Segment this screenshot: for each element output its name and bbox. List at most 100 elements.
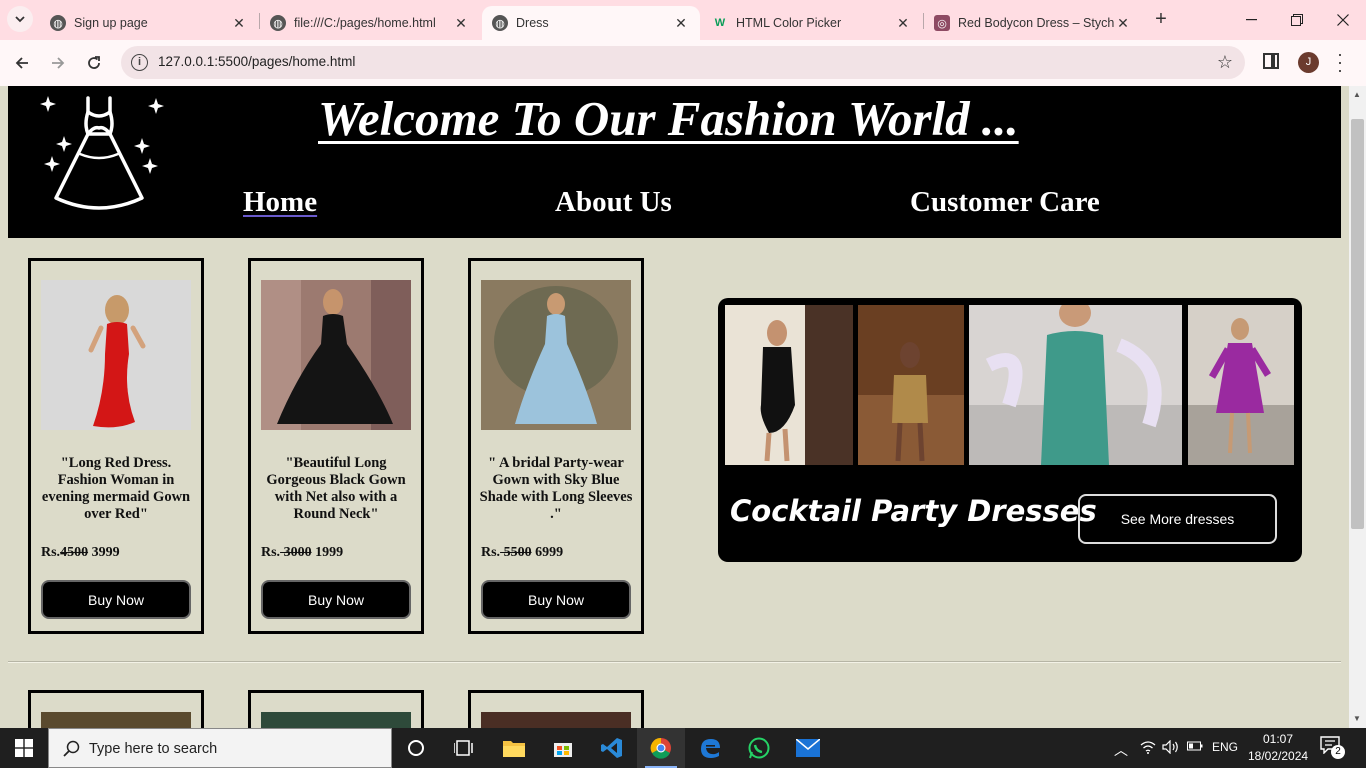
scrollbar-thumb[interactable] — [1351, 119, 1364, 529]
taskbar-search-box[interactable]: Type here to search — [48, 728, 392, 768]
search-placeholder: Type here to search — [89, 741, 218, 757]
reload-button[interactable] — [82, 51, 106, 75]
store-icon: ◎ — [934, 15, 950, 31]
file-explorer-button[interactable] — [490, 728, 538, 768]
task-view-button[interactable] — [440, 728, 488, 768]
product-image — [481, 712, 631, 728]
nav-customer-care-link[interactable]: Customer Care — [910, 186, 1100, 219]
tab-dress[interactable]: ◍ Dress ✕ — [482, 6, 700, 40]
address-bar[interactable]: i 127.0.0.1:5500/pages/home.html ☆ — [121, 46, 1245, 79]
tab-title: Red Bodycon Dress – Styche — [958, 16, 1114, 30]
vscode-button[interactable] — [588, 728, 636, 768]
minimize-button[interactable] — [1228, 0, 1274, 40]
close-icon[interactable]: ✕ — [894, 15, 912, 32]
profile-avatar[interactable]: J — [1298, 52, 1319, 73]
cocktail-promo-banner: Cocktail Party Dresses See More dresses — [718, 298, 1302, 562]
tab-file-home[interactable]: ◍ file:///C:/pages/home.html ✕ — [260, 6, 480, 40]
w3schools-icon: W — [714, 17, 726, 29]
start-button[interactable] — [0, 728, 48, 768]
buy-now-button[interactable]: Buy Now — [41, 580, 191, 619]
old-price: 5500 — [500, 545, 532, 560]
tab-sign-up[interactable]: ◍ Sign up page ✕ — [40, 6, 258, 40]
notification-center-button[interactable]: 2 — [1320, 736, 1348, 760]
promo-title: Cocktail Party Dresses — [730, 494, 1097, 528]
restore-button[interactable] — [1274, 0, 1320, 40]
volume-icon[interactable] — [1162, 739, 1180, 757]
product-description: " A bridal Party-wear Gown with Sky Blue… — [479, 455, 633, 522]
edge-button[interactable] — [686, 728, 734, 768]
product-price: Rs. 5500 6999 — [481, 545, 563, 561]
nav-home-link[interactable]: Home — [243, 186, 317, 219]
page-viewport: Welcome To Our Fashion World ... Home Ab… — [0, 86, 1349, 728]
bookmark-star-icon[interactable]: ☆ — [1217, 52, 1233, 73]
search-icon — [63, 740, 80, 757]
wifi-icon[interactable] — [1140, 740, 1156, 757]
tab-red-bodycon[interactable]: ◎ Red Bodycon Dress – Styche ✕ — [924, 6, 1142, 40]
site-header: Welcome To Our Fashion World ... Home Ab… — [8, 86, 1341, 238]
page-scrollbar[interactable]: ▲ ▼ — [1349, 86, 1366, 728]
scroll-down-icon[interactable]: ▼ — [1353, 714, 1361, 723]
close-icon[interactable]: ✕ — [452, 15, 470, 32]
tab-html-color-picker[interactable]: W HTML Color Picker ✕ — [702, 6, 922, 40]
cortana-button[interactable] — [392, 728, 440, 768]
task-view-icon — [454, 740, 473, 756]
new-price: 3999 — [91, 545, 120, 560]
battery-icon[interactable] — [1187, 740, 1203, 754]
promo-photo — [725, 305, 853, 465]
folder-icon — [503, 741, 525, 757]
clock-date: 18/02/2024 — [1248, 749, 1309, 763]
arrow-left-icon — [15, 57, 28, 69]
product-card — [248, 690, 424, 728]
microsoft-store-button[interactable] — [539, 728, 587, 768]
globe-icon: ◍ — [50, 15, 66, 31]
price-currency: Rs. — [41, 545, 61, 560]
restore-icon — [1291, 14, 1303, 26]
promo-photo — [1188, 305, 1294, 465]
product-description: "Beautiful Long Gorgeous Black Gown with… — [266, 455, 406, 522]
close-window-button[interactable] — [1320, 0, 1366, 40]
nav-about-us-link[interactable]: About Us — [555, 186, 672, 219]
scroll-up-icon[interactable]: ▲ — [1353, 90, 1361, 99]
promo-photo — [858, 305, 964, 465]
product-image — [41, 712, 191, 728]
browser-toolbar: i 127.0.0.1:5500/pages/home.html ☆ J · · · — [0, 40, 1366, 86]
product-description: "Long Red Dress. Fashion Woman in evenin… — [41, 455, 191, 522]
more-menu-icon[interactable]: · · · — [1334, 45, 1346, 79]
product-card — [468, 690, 644, 728]
buy-now-button[interactable]: Buy Now — [481, 580, 631, 619]
see-more-dresses-button[interactable]: See More dresses — [1078, 494, 1277, 544]
cortana-circle-icon — [408, 740, 424, 756]
chevron-down-icon — [15, 15, 25, 22]
tab-title: file:///C:/pages/home.html — [294, 16, 436, 30]
side-panel-icon[interactable] — [1263, 53, 1279, 69]
promo-photo — [969, 305, 1182, 465]
globe-icon: ◍ — [270, 15, 286, 31]
vscode-icon — [601, 738, 622, 758]
whatsapp-button[interactable] — [735, 728, 783, 768]
chrome-button[interactable] — [637, 728, 685, 768]
language-indicator[interactable]: ENG — [1212, 740, 1238, 754]
close-icon[interactable]: ✕ — [672, 15, 690, 32]
old-price: 4500 — [60, 545, 89, 560]
close-icon[interactable]: ✕ — [1114, 15, 1132, 32]
section-divider — [8, 661, 1341, 663]
product-card: "Beautiful Long Gorgeous Black Gown with… — [248, 258, 424, 634]
new-tab-button[interactable]: + — [1149, 8, 1173, 32]
url-text[interactable]: 127.0.0.1:5500/pages/home.html — [158, 54, 355, 69]
product-price: Rs. 3000 1999 — [261, 545, 343, 561]
product-image — [261, 280, 411, 430]
forward-button[interactable] — [46, 51, 70, 75]
notification-count-badge: 2 — [1331, 745, 1345, 759]
buy-now-button[interactable]: Buy Now — [261, 580, 411, 619]
clock[interactable]: 01:07 18/02/2024 — [1248, 731, 1308, 765]
product-card — [28, 690, 204, 728]
mail-button[interactable] — [784, 728, 832, 768]
back-button[interactable] — [10, 51, 34, 75]
edge-icon — [701, 739, 720, 758]
minimize-icon — [1245, 19, 1257, 21]
site-info-icon[interactable]: i — [131, 54, 148, 71]
show-hidden-icons-chevron-icon[interactable]: ︿ — [1114, 740, 1128, 760]
globe-icon: ◍ — [492, 15, 508, 31]
close-icon[interactable]: ✕ — [230, 15, 248, 32]
tab-search-button[interactable] — [7, 6, 33, 32]
